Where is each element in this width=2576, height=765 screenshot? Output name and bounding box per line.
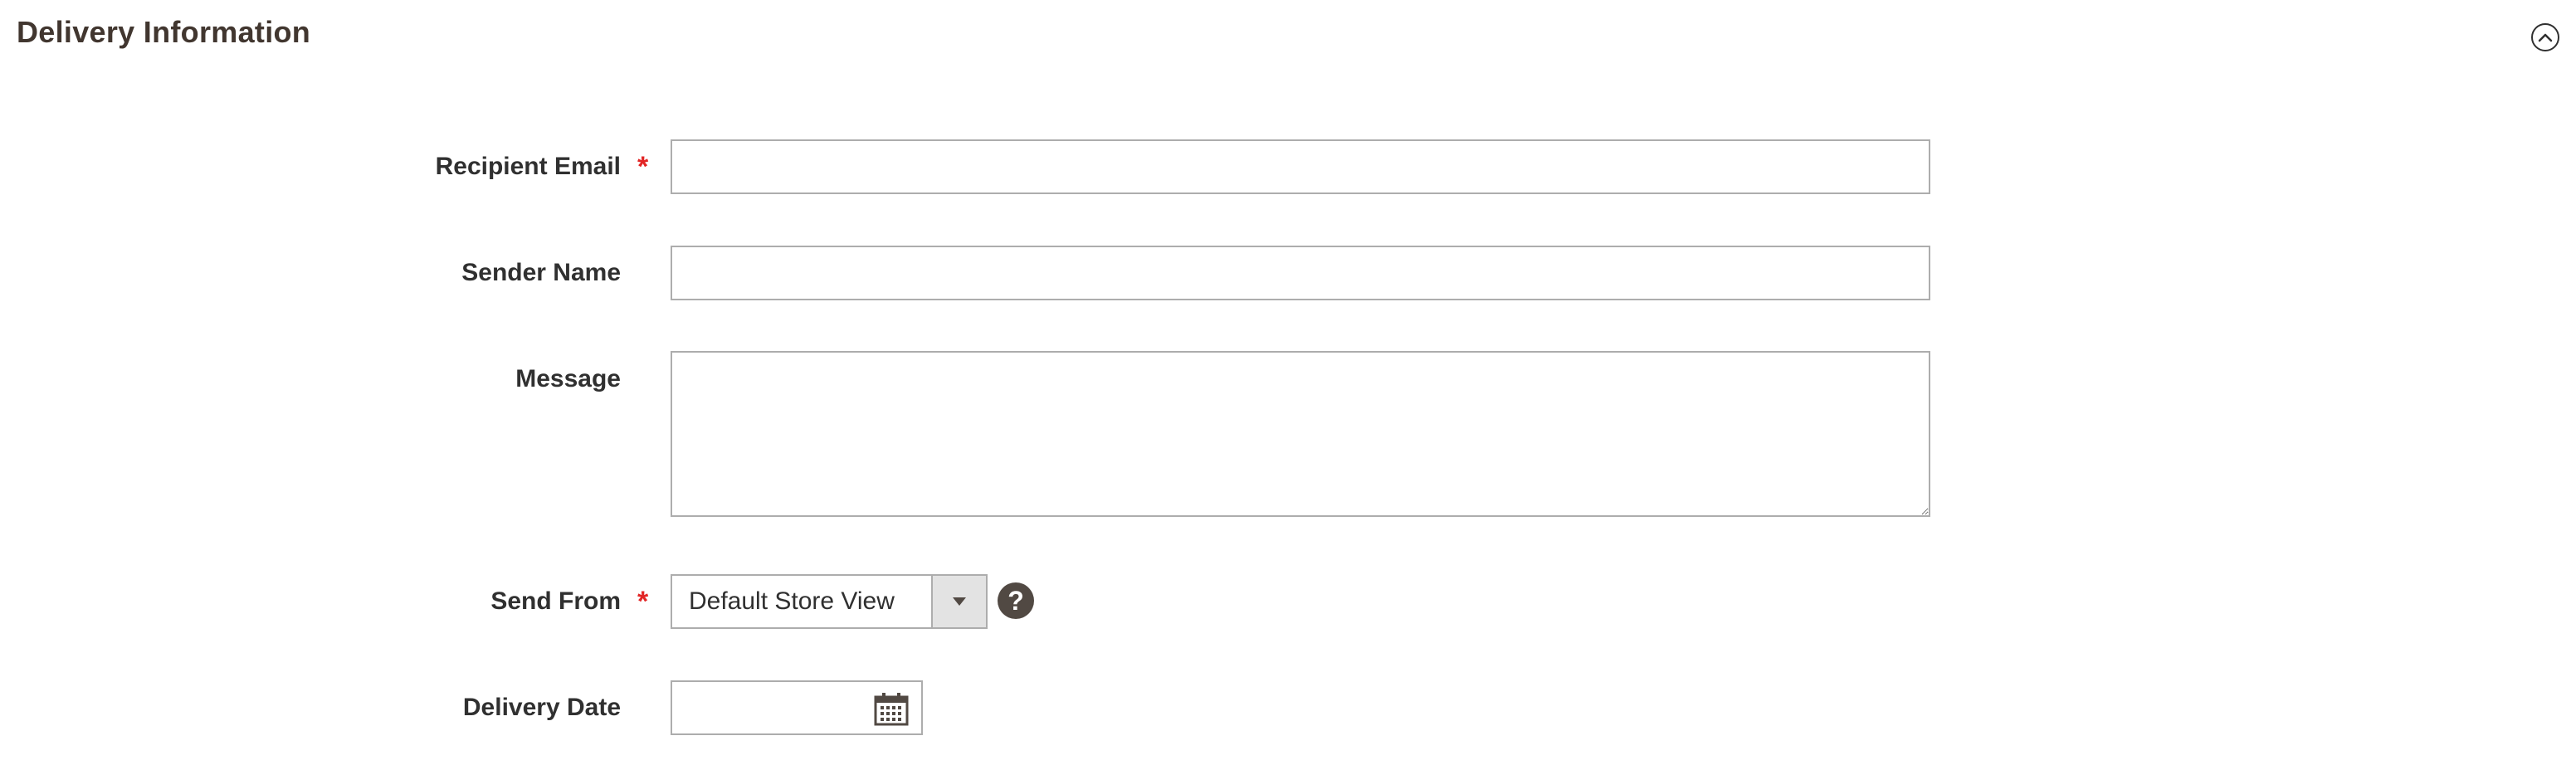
sender-name-input[interactable] (671, 246, 1930, 300)
calendar-icon[interactable] (873, 690, 910, 727)
collapse-section-button[interactable] (2531, 23, 2559, 51)
recipient-email-input[interactable] (671, 139, 1930, 194)
section-title: Delivery Information (17, 15, 311, 49)
delivery-information-section: Delivery Information Recipient Email * S… (0, 0, 2576, 765)
message-textarea[interactable] (671, 351, 1930, 517)
caret-down-icon (953, 597, 966, 606)
send-from-select[interactable]: Default Store View (671, 574, 988, 629)
dropdown-toggle[interactable] (931, 576, 986, 627)
chevron-up-circle-icon (2538, 33, 2553, 42)
required-marker: * (637, 586, 649, 617)
sender-name-label: Sender Name (461, 259, 621, 286)
delivery-date-field (671, 680, 923, 735)
message-label: Message (515, 365, 621, 392)
send-from-selected-value: Default Store View (689, 587, 895, 615)
delivery-date-label: Delivery Date (462, 694, 621, 721)
required-marker: * (637, 151, 649, 183)
question-circle-icon[interactable]: ? (998, 582, 1034, 619)
recipient-email-label: Recipient Email (435, 153, 621, 180)
delivery-date-input[interactable] (672, 682, 863, 733)
send-from-label: Send From (490, 587, 621, 615)
